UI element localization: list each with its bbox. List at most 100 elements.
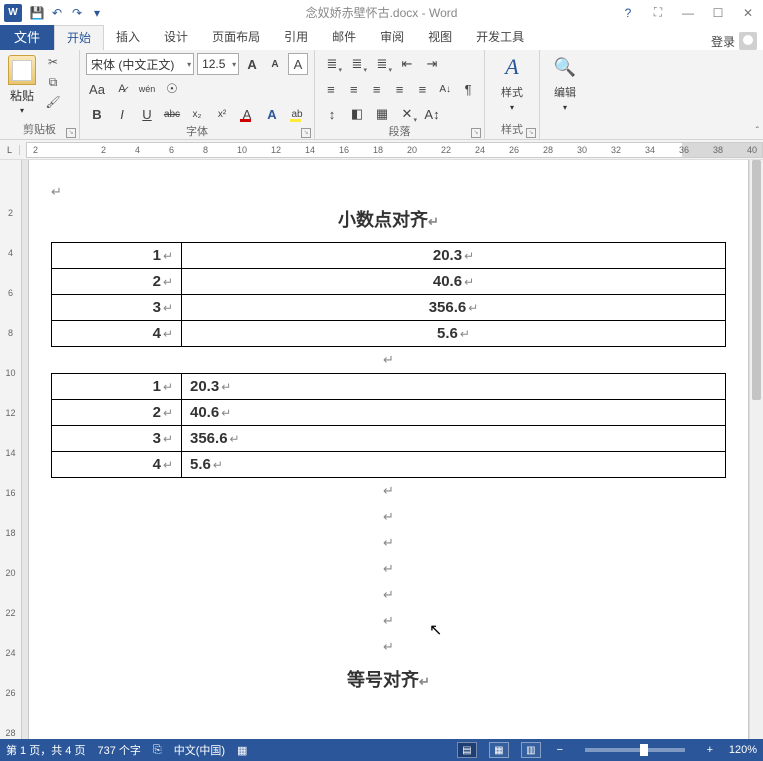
subscript-icon[interactable]: x₂ xyxy=(186,103,208,125)
change-case-icon[interactable]: Aa xyxy=(86,78,108,100)
page-count[interactable]: 第 1 页，共 4 页 xyxy=(6,742,85,758)
paste-button[interactable]: 粘贴 ▾ xyxy=(6,53,38,117)
styles-icon: A xyxy=(498,53,526,81)
decrease-indent-icon[interactable]: ⇤ xyxy=(396,53,418,75)
redo-icon[interactable]: ↷ xyxy=(68,4,86,22)
minimize-icon[interactable]: — xyxy=(673,0,703,25)
text-effects-icon[interactable]: A xyxy=(261,103,283,125)
bold-icon[interactable]: B xyxy=(86,103,108,125)
zoom-level[interactable]: 120% xyxy=(729,744,757,756)
tab-file[interactable]: 文件 xyxy=(0,25,54,50)
enclose-char-icon[interactable]: ☉ xyxy=(161,78,183,100)
vertical-ruler[interactable]: 246810121416182022242628 xyxy=(0,160,22,739)
tab-developer[interactable]: 开发工具 xyxy=(464,25,536,50)
table-row[interactable]: 4↵5.6↵ xyxy=(52,452,726,478)
clipboard-dialog-launcher[interactable]: ↘ xyxy=(66,128,76,138)
qat-customize-icon[interactable]: ▾ xyxy=(88,4,106,22)
undo-icon[interactable]: ↶ xyxy=(48,4,66,22)
distribute-icon[interactable]: ≡ xyxy=(412,78,432,100)
align-left-icon[interactable]: ≡ xyxy=(321,78,341,100)
font-dialog-launcher[interactable]: ↘ xyxy=(301,128,311,138)
numbering-icon[interactable]: ≣▾ xyxy=(346,53,368,75)
close-icon[interactable]: ✕ xyxy=(733,0,763,25)
view-print-layout-icon[interactable]: ▤ xyxy=(457,742,477,758)
tab-insert[interactable]: 插入 xyxy=(104,25,152,50)
zoom-slider[interactable] xyxy=(585,748,685,752)
cut-icon[interactable]: ✂ xyxy=(44,53,62,71)
language-indicator[interactable]: 中文(中国) xyxy=(174,742,225,758)
strikethrough-icon[interactable]: abc xyxy=(161,103,183,125)
zoom-in-button[interactable]: + xyxy=(703,744,717,756)
login-link[interactable]: 登录 xyxy=(711,32,757,50)
font-size-select[interactable]: 12.5▾ xyxy=(197,53,239,75)
styles-button[interactable]: A 样式 ▾ xyxy=(494,53,530,112)
para-sort-icon[interactable]: A↕ xyxy=(421,103,443,125)
grow-font-icon[interactable]: A xyxy=(242,53,262,75)
vertical-scrollbar[interactable] xyxy=(749,160,763,739)
tab-design[interactable]: 设计 xyxy=(152,25,200,50)
tab-mailings[interactable]: 邮件 xyxy=(320,25,368,50)
proofing-icon[interactable]: ⎘ xyxy=(153,744,162,757)
superscript-icon[interactable]: x² xyxy=(211,103,233,125)
tab-home[interactable]: 开始 xyxy=(54,25,104,50)
tab-view[interactable]: 视图 xyxy=(416,25,464,50)
char-border-icon[interactable]: A xyxy=(288,53,308,75)
sort-icon[interactable]: A↓ xyxy=(435,78,455,100)
highlight-icon[interactable]: ab xyxy=(286,103,308,125)
shrink-font-icon[interactable]: A xyxy=(265,53,285,75)
collapse-ribbon-icon[interactable]: ˆ xyxy=(756,126,759,137)
table-row[interactable]: 2↵40.6↵ xyxy=(52,269,726,295)
macro-record-icon[interactable]: ▦ xyxy=(237,744,247,757)
table-decimal-align-left[interactable]: 1↵20.3↵2↵40.6↵3↵356.6↵4↵5.6↵ xyxy=(51,373,726,478)
table-row[interactable]: 1↵20.3↵ xyxy=(52,374,726,400)
line-spacing-icon[interactable]: ↕ xyxy=(321,103,343,125)
word-count[interactable]: 737 个字 xyxy=(97,742,140,758)
styles-dialog-launcher[interactable]: ↘ xyxy=(526,128,536,138)
tab-layout[interactable]: 页面布局 xyxy=(200,25,272,50)
justify-icon[interactable]: ≡ xyxy=(390,78,410,100)
zoom-slider-knob[interactable] xyxy=(640,744,648,756)
view-web-layout-icon[interactable]: ▥ xyxy=(521,742,541,758)
bullets-icon[interactable]: ≣▾ xyxy=(321,53,343,75)
scrollbar-thumb[interactable] xyxy=(752,160,761,400)
save-icon[interactable]: 💾 xyxy=(28,4,46,22)
ruler-track[interactable]: 2246810121416182022242628303234363840 xyxy=(26,142,763,158)
help-icon[interactable]: ? xyxy=(613,0,643,25)
table-decimal-align-centered[interactable]: 1↵20.3↵2↵40.6↵3↵356.6↵4↵5.6↵ xyxy=(51,242,726,347)
font-family-select[interactable]: 宋体 (中文正文)▾ xyxy=(86,53,194,75)
find-button[interactable]: 🔍 编辑 ▾ xyxy=(547,53,583,112)
maximize-icon[interactable]: ☐ xyxy=(703,0,733,25)
align-right-icon[interactable]: ≡ xyxy=(367,78,387,100)
align-center-icon[interactable]: ≡ xyxy=(344,78,364,100)
phonetic-guide-icon[interactable]: wén xyxy=(136,78,158,100)
underline-icon[interactable]: U xyxy=(136,103,158,125)
clear-format-icon[interactable]: A̷ xyxy=(111,78,133,100)
tab-references[interactable]: 引用 xyxy=(272,25,320,50)
tab-selector[interactable]: L xyxy=(0,145,20,155)
zoom-out-button[interactable]: − xyxy=(553,744,567,756)
table-row[interactable]: 3↵356.6↵ xyxy=(52,295,726,321)
paragraph-mark: ↵ xyxy=(51,530,726,556)
multilevel-icon[interactable]: ≣▾ xyxy=(371,53,393,75)
login-label: 登录 xyxy=(711,33,735,50)
tab-review[interactable]: 审阅 xyxy=(368,25,416,50)
table-row[interactable]: 3↵356.6↵ xyxy=(52,426,726,452)
view-read-mode-icon[interactable]: ▦ xyxy=(489,742,509,758)
shading-icon[interactable]: ◧ xyxy=(346,103,368,125)
app-name: Word xyxy=(429,6,457,20)
copy-icon[interactable]: ⧉ xyxy=(44,73,62,91)
horizontal-ruler[interactable]: L 2246810121416182022242628303234363840 xyxy=(0,140,763,160)
format-painter-icon[interactable]: 🖌 xyxy=(44,93,62,111)
font-color-icon[interactable]: A xyxy=(236,103,258,125)
italic-icon[interactable]: I xyxy=(111,103,133,125)
table-row[interactable]: 4↵5.6↵ xyxy=(52,321,726,347)
table-row[interactable]: 2↵40.6↵ xyxy=(52,400,726,426)
document-page[interactable]: ↵ 小数点对齐↵ 1↵20.3↵2↵40.6↵3↵356.6↵4↵5.6↵ ↵ … xyxy=(28,160,749,739)
increase-indent-icon[interactable]: ⇥ xyxy=(421,53,443,75)
table-row[interactable]: 1↵20.3↵ xyxy=(52,243,726,269)
asian-layout-icon[interactable]: ✕▾ xyxy=(396,103,418,125)
ribbon-display-icon[interactable]: ⛶ xyxy=(643,0,673,25)
borders-icon[interactable]: ▦ xyxy=(371,103,393,125)
paragraph-dialog-launcher[interactable]: ↘ xyxy=(471,128,481,138)
show-marks-icon[interactable]: ¶ xyxy=(458,78,478,100)
